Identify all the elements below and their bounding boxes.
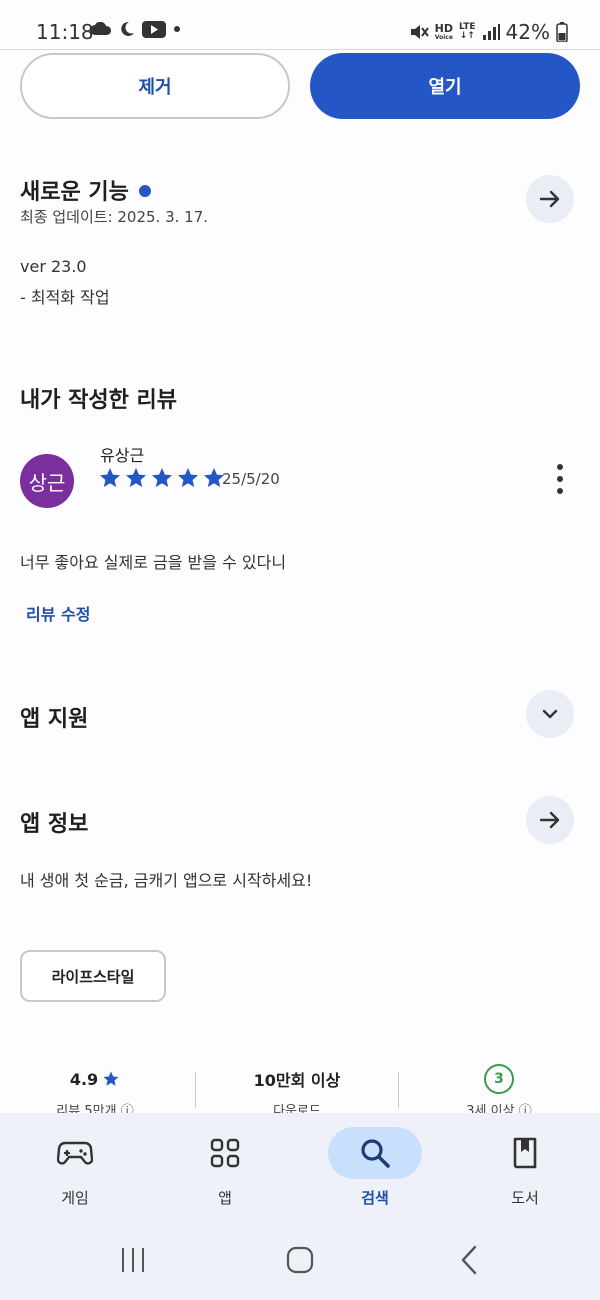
avatar: 상근 [20,454,74,508]
star-icon [178,468,198,487]
new-indicator-dot [138,185,151,197]
reviewer-name: 유상근 [100,446,145,465]
lte-icon: LTE ↓↑ [459,22,476,41]
status-time: 11:18 [36,20,94,44]
open-button[interactable]: 열기 [310,53,580,119]
stat-divider [195,1072,196,1108]
category-chip[interactable]: 라이프스타일 [20,950,166,1002]
battery-icon [556,22,568,42]
nav-label: 도서 [511,1189,539,1207]
bottom-nav: 게임 앱 검색 도서 [0,1113,600,1223]
arrow-right-icon [539,811,560,829]
nav-label: 검색 [361,1189,389,1207]
rating-value: 4.9 [69,1069,99,1089]
signal-icon [482,24,500,40]
notification-dot-icon [172,24,182,34]
nav-games[interactable]: 게임 [0,1113,150,1223]
stat-age: 3 3세 이상 ⓘ [414,1064,584,1119]
app-info-title: 앱 정보 [20,812,89,837]
whats-new-arrow-button[interactable] [526,175,574,223]
more-options-button[interactable] [550,464,570,494]
back-icon[interactable] [455,1245,485,1279]
app-description: 내 생애 첫 순금, 금캐기 앱으로 시작하세요! [20,871,313,890]
cloud-icon [90,22,112,36]
star-icon [100,468,120,487]
stat-downloads: 10만회 이상 다운로드 [212,1066,382,1119]
stat-divider [398,1072,399,1108]
chevron-down-icon [542,709,558,719]
whats-new-title: 새로운 기능 [20,180,129,205]
hd-voice-icon: HD Voice [434,22,453,41]
app-support-title: 앱 지원 [20,707,89,732]
review-date: 25/5/20 [222,470,280,488]
remove-button[interactable]: 제거 [20,53,290,119]
star-rating [98,466,226,490]
nav-books[interactable]: 도서 [450,1113,600,1223]
app-info-arrow-button[interactable] [526,796,574,844]
last-updated: 최종 업데이트: 2025. 3. 17. [20,208,209,226]
status-bar: 11:18 HD Voice LTE ↓↑ 42% [0,0,600,50]
star-icon [126,468,146,487]
recent-apps-icon[interactable] [118,1245,148,1279]
gamepad-icon [28,1127,122,1179]
nav-label: 앱 [218,1189,232,1207]
status-left-icons [90,20,182,38]
search-icon [328,1127,422,1179]
system-nav-bar [0,1223,600,1300]
moon-icon [118,20,136,38]
app-support-expand-button[interactable] [526,690,574,738]
version-text: ver 23.0 [20,257,87,276]
book-icon [478,1127,572,1179]
nav-label: 게임 [61,1189,89,1207]
battery-percent: 42% [505,20,550,44]
nav-search[interactable]: 검색 [300,1113,450,1223]
nav-apps[interactable]: 앱 [150,1113,300,1223]
star-icon [103,1071,119,1086]
edit-review-link[interactable]: 리뷰 수정 [26,601,90,625]
arrow-right-icon [539,190,560,208]
apps-grid-icon [178,1127,272,1179]
star-icon [152,468,172,487]
whats-new-header: 새로운 기능 [20,174,151,206]
downloads-value: 10만회 이상 [253,1071,341,1090]
youtube-icon [142,20,166,38]
age-rating-badge: 3 [484,1064,514,1094]
review-text: 너무 좋아요 실제로 금을 받을 수 있다니 [20,553,287,572]
mute-icon [409,23,429,41]
update-note: - 최적화 작업 [20,288,110,307]
status-right: HD Voice LTE ↓↑ 42% [409,20,568,44]
stat-rating: 4.9 리뷰 5만개 ⓘ [10,1066,180,1120]
home-icon[interactable] [285,1245,315,1279]
my-review-title: 내가 작성한 리뷰 [20,388,177,413]
